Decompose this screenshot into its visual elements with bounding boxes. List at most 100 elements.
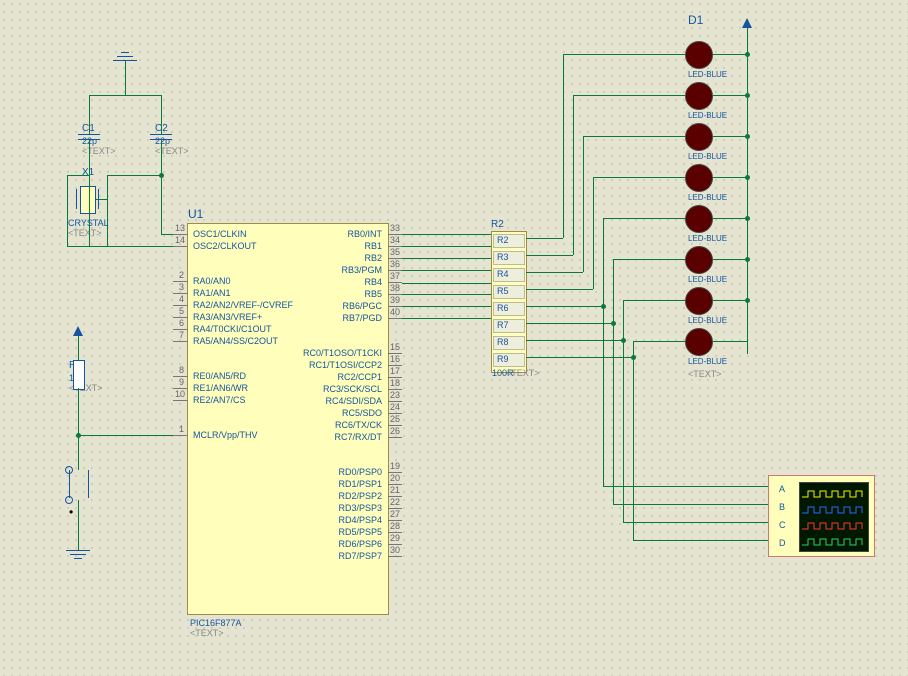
led[interactable] [685, 164, 713, 192]
wire [712, 136, 747, 137]
scope-ch: D [779, 538, 786, 548]
pin-num: 7 [179, 330, 184, 340]
wire [67, 175, 68, 246]
pin-name: RD2/PSP2 [338, 491, 382, 501]
pin-name: RC6/TX/CK [335, 420, 382, 430]
oscilloscope[interactable]: A B C D [768, 475, 875, 557]
wire [593, 177, 685, 178]
wire [526, 323, 613, 324]
pin-num: 1 [179, 424, 184, 434]
wire [78, 435, 173, 436]
rn-label: R2 [497, 235, 509, 245]
wire [402, 318, 491, 319]
pin-name: OSC2/CLKOUT [193, 241, 257, 251]
pin-num: 14 [175, 235, 185, 245]
ground-icon [117, 56, 133, 57]
pin-num: 6 [179, 318, 184, 328]
ground-icon [113, 60, 137, 61]
pin-stub [388, 556, 402, 557]
power-arrow-icon [742, 18, 752, 28]
pin-num: 15 [390, 342, 400, 352]
pin-name: RA1/AN1 [193, 288, 231, 298]
led[interactable] [685, 82, 713, 110]
pin-name: RD7/PSP7 [338, 551, 382, 561]
pin-name: RD5/PSP5 [338, 527, 382, 537]
junction [745, 134, 750, 139]
led-label: LED-BLUE [688, 234, 727, 243]
pin-name: RB2 [364, 253, 382, 263]
led[interactable] [685, 123, 713, 151]
junction [745, 52, 750, 57]
pin-num: 39 [390, 295, 400, 305]
wire [78, 500, 79, 550]
led[interactable] [685, 287, 713, 315]
rn-label: R9 [497, 354, 509, 364]
pin-num: 25 [390, 414, 400, 424]
resistor-network[interactable]: R2 R3 R4 R5 R6 R7 R8 R9 [491, 231, 527, 373]
wire [161, 95, 162, 134]
wire [712, 218, 747, 219]
wire [633, 341, 685, 342]
crystal-icon[interactable] [80, 186, 96, 214]
pin-name: RE1/AN6/WR [193, 383, 248, 393]
rn-label: R4 [497, 269, 509, 279]
pin-stub [173, 246, 187, 247]
pin-name: RE0/AN5/RD [193, 371, 246, 381]
junction [611, 321, 616, 326]
wire [89, 95, 90, 134]
pin-num: 27 [390, 509, 400, 519]
pin-num: 37 [390, 271, 400, 281]
ground-icon [70, 554, 86, 555]
pin-num: 21 [390, 485, 400, 495]
wire [89, 95, 161, 96]
wire [623, 300, 685, 301]
resistor-icon[interactable] [73, 360, 85, 390]
pin-name: RB6/PGC [342, 301, 382, 311]
push-button[interactable] [69, 470, 89, 498]
pin-num: 22 [390, 497, 400, 507]
pin-name: RC1/T1OSI/CCP2 [309, 360, 382, 370]
wire [593, 177, 594, 289]
led-label: LED-BLUE [688, 111, 727, 120]
junction [745, 298, 750, 303]
pin-name: RB3/PGM [341, 265, 382, 275]
pin-num: 18 [390, 378, 400, 388]
wire [613, 504, 768, 505]
wire [583, 136, 685, 137]
led[interactable] [685, 205, 713, 233]
led[interactable] [685, 41, 713, 69]
pin-name: RD6/PSP6 [338, 539, 382, 549]
rn-label: R3 [497, 252, 509, 262]
rn-label: R7 [497, 320, 509, 330]
junction [745, 93, 750, 98]
pin-name: OSC1/CLKIN [193, 229, 247, 239]
pin-num: 26 [390, 426, 400, 436]
pin-name: RD4/PSP4 [338, 515, 382, 525]
d1-note: <TEXT> [688, 369, 722, 379]
pin-stub [173, 341, 187, 342]
led[interactable] [685, 328, 713, 356]
pin-num: 35 [390, 247, 400, 257]
wire [712, 341, 747, 342]
wire [603, 218, 604, 306]
wire [161, 234, 173, 235]
pin-name: RB1 [364, 241, 382, 251]
pin-num: 29 [390, 533, 400, 543]
wire [623, 300, 624, 340]
junction [159, 173, 164, 178]
pin-stub [173, 435, 187, 436]
wire [583, 136, 584, 272]
pin-num: 40 [390, 307, 400, 317]
pin-name: RA4/T0CKI/C1OUT [193, 324, 272, 334]
wire [603, 218, 685, 219]
pin-name: RC0/T1OSO/T1CKI [303, 348, 382, 358]
led[interactable] [685, 246, 713, 274]
waveform-icon [800, 483, 868, 551]
wire [526, 340, 623, 341]
rn-label: R6 [497, 303, 509, 313]
led-label: LED-BLUE [688, 357, 727, 366]
wire [107, 175, 161, 176]
wire [623, 522, 768, 523]
wire [633, 540, 768, 541]
push-button [65, 466, 73, 474]
